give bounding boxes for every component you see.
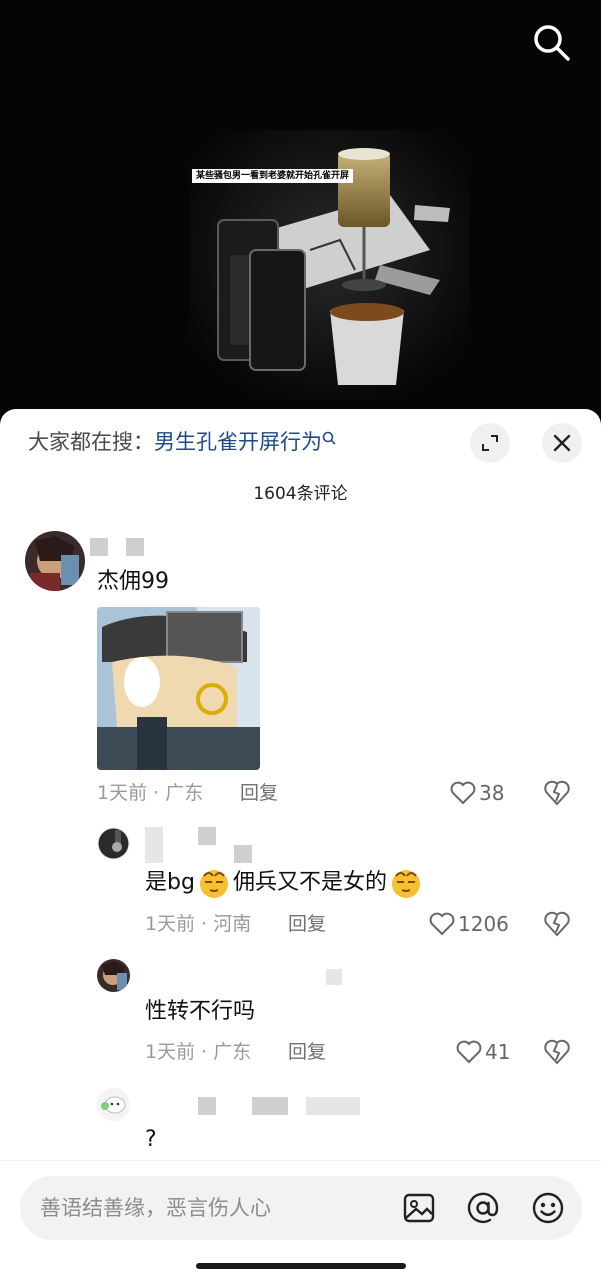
comment-meta: 1天前 · 广东 [145,1041,252,1063]
broken-heart-icon[interactable] [543,779,571,807]
avatar[interactable] [97,827,130,860]
comment-text-part: 佣兵又不是女的 [232,870,387,895]
heart-icon [456,1040,482,1064]
reply-button[interactable]: 回复 [288,911,326,937]
like-button[interactable]: 41 [456,1039,510,1065]
user-avatar-image [97,959,130,992]
search-icon [534,25,570,61]
close-button[interactable] [542,423,582,463]
reply-button[interactable]: 回复 [288,1039,326,1065]
comment-count: 1604条评论 [253,484,348,504]
username-redacted [252,1097,288,1115]
search-suggestion-term: 男生孔雀开屏行为 [154,430,322,454]
close-icon [553,434,571,452]
expand-icon [482,435,498,451]
comment-meta: 1天前 · 广东 [97,782,204,804]
comment-meta: 1天前 · 河南 [145,913,252,935]
comment-panel-header: 大家都在搜：男生孔雀开屏行为 1604条评论 [0,409,601,509]
avatar[interactable] [97,959,130,992]
comment-text: ? [145,1127,157,1152]
comment-sticker-image[interactable] [97,607,260,770]
username-redacted [326,969,342,985]
comment-text: 杰佣99 [97,569,169,594]
username-redacted [234,845,252,863]
user-avatar-image [97,1088,130,1121]
like-button[interactable]: 1206 [429,911,509,937]
comment-input-bar: 善语结善缘，恶言伤人心 [0,1160,601,1280]
username-redacted [198,1097,216,1115]
user-avatar-image [25,531,85,591]
search-icon [322,431,336,445]
broken-heart-icon[interactable] [543,910,571,938]
reply-button[interactable]: 回复 [240,780,278,806]
comment-text: 性转不行吗 [145,999,256,1024]
username-redacted [126,538,144,556]
image-icon[interactable] [402,1191,436,1225]
heart-icon [450,781,476,805]
comment-text-part: 是bg [145,870,195,895]
avatar[interactable] [25,531,85,591]
comment-input-placeholder[interactable]: 善语结善缘，恶言伤人心 [40,1194,271,1222]
search-suggestion-link[interactable]: 男生孔雀开屏行为 [154,430,336,454]
heart-icon [429,912,455,936]
sticker-illustration [97,607,260,770]
video-player[interactable]: 某些骚包男一看到老婆就开始孔雀开屏 [0,0,601,430]
video-caption: 某些骚包男一看到老婆就开始孔雀开屏 [192,169,354,183]
smirk-emoji-icon [391,870,420,898]
search-suggestion: 大家都在搜：男生孔雀开屏行为 [28,427,336,457]
at-mention-icon[interactable] [466,1191,500,1225]
emoji-icon[interactable] [531,1191,565,1225]
expand-button[interactable] [470,423,510,463]
username-redacted [198,827,216,845]
avatar[interactable] [97,1088,130,1121]
broken-heart-icon[interactable] [543,1038,571,1066]
comment-text: 是bg 佣兵又不是女的 [145,868,425,898]
username-redacted [306,1097,360,1115]
username-redacted [145,845,163,863]
smirk-emoji-icon [199,870,228,898]
username-redacted [90,538,108,556]
comment-input[interactable]: 善语结善缘，恶言伤人心 [20,1176,582,1240]
username-redacted [145,827,163,845]
like-count: 41 [485,1040,511,1064]
like-count: 38 [479,781,505,805]
search-button[interactable] [531,22,571,62]
like-count: 1206 [458,912,509,936]
home-indicator [196,1263,406,1269]
search-suggestion-prefix: 大家都在搜： [28,430,154,454]
like-button[interactable]: 38 [450,780,504,806]
comment-panel: 大家都在搜：男生孔雀开屏行为 1604条评论 杰佣99 1天前 · 广东 回复 … [0,409,601,1280]
user-avatar-image [97,827,130,860]
